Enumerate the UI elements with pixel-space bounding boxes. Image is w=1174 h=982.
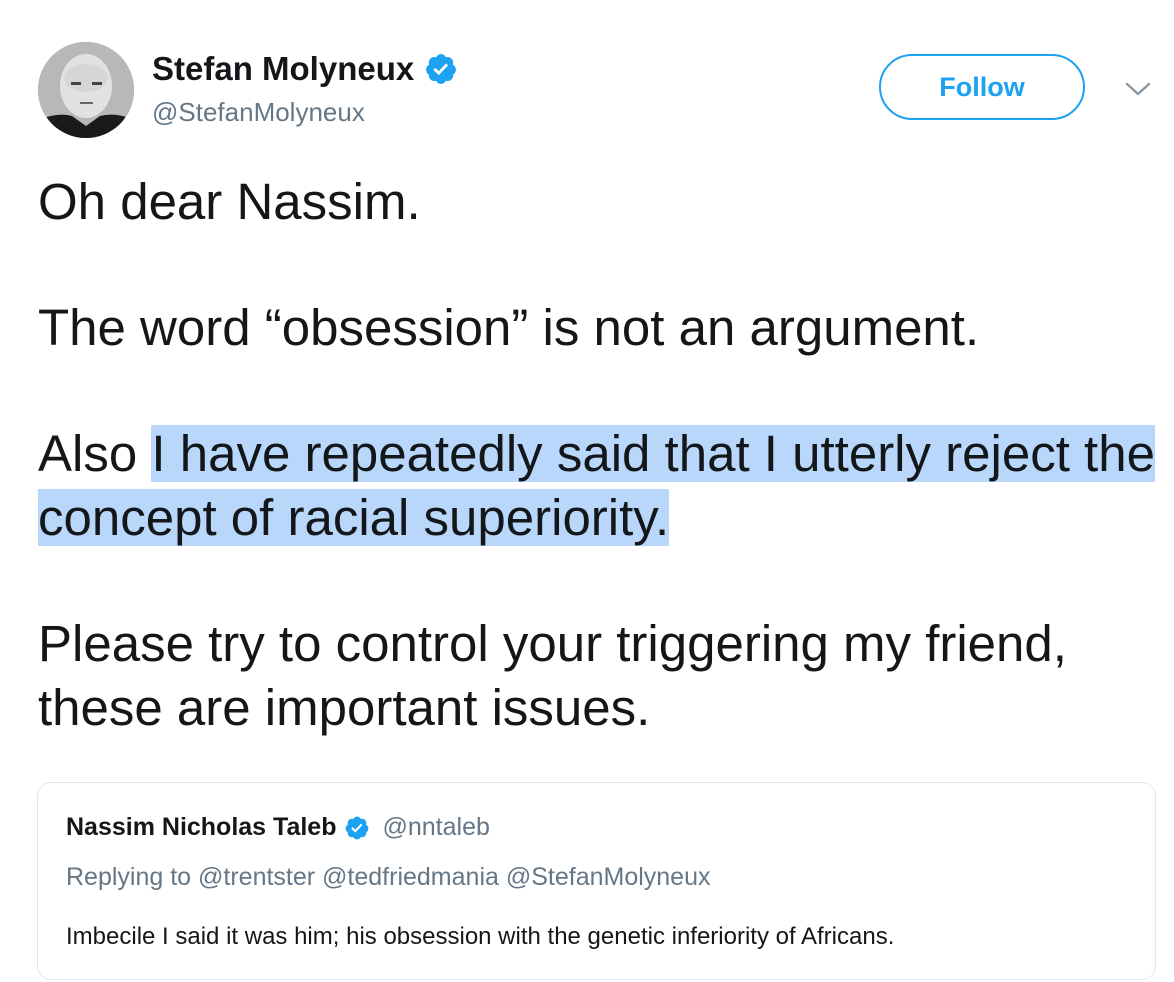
tweet-card: Stefan Molyneux @StefanMolyneux Follow O…: [0, 0, 1174, 982]
tweet-paragraph: Please try to control your triggering my…: [38, 615, 1067, 736]
tweet-paragraph: Oh dear Nassim.: [38, 173, 421, 230]
selected-text: I have repeatedly said that I utterly re…: [38, 425, 1155, 546]
replying-to-line: Replying to @trentster @tedfriedmania @S…: [66, 863, 711, 891]
verified-badge-icon: [424, 52, 458, 86]
quoted-tweet[interactable]: Nassim Nicholas Taleb @nntaleb Replying …: [37, 782, 1156, 980]
verified-badge-icon: [344, 815, 370, 841]
quoted-tweet-header: Nassim Nicholas Taleb @nntaleb: [66, 813, 490, 842]
tweet-text-span: Also: [38, 425, 152, 482]
follow-button[interactable]: Follow: [879, 54, 1085, 120]
author-display-name[interactable]: Stefan Molyneux: [152, 50, 414, 88]
author-name-row[interactable]: Stefan Molyneux: [152, 50, 458, 88]
quoted-author-name: Nassim Nicholas Taleb: [66, 813, 337, 841]
author-handle[interactable]: @StefanMolyneux: [152, 97, 365, 128]
chevron-down-icon[interactable]: [1124, 78, 1152, 100]
quoted-author-handle: @nntaleb: [382, 813, 490, 841]
quoted-tweet-text: Imbecile I said it was him; his obsessio…: [66, 923, 895, 950]
tweet-paragraph: The word “obsession” is not an argument.: [38, 299, 980, 356]
avatar[interactable]: [38, 42, 134, 138]
tweet-text: Oh dear Nassim. The word “obsession” is …: [38, 170, 1158, 740]
tweet-paragraph: Also I have repeatedly said that I utter…: [38, 422, 1158, 550]
